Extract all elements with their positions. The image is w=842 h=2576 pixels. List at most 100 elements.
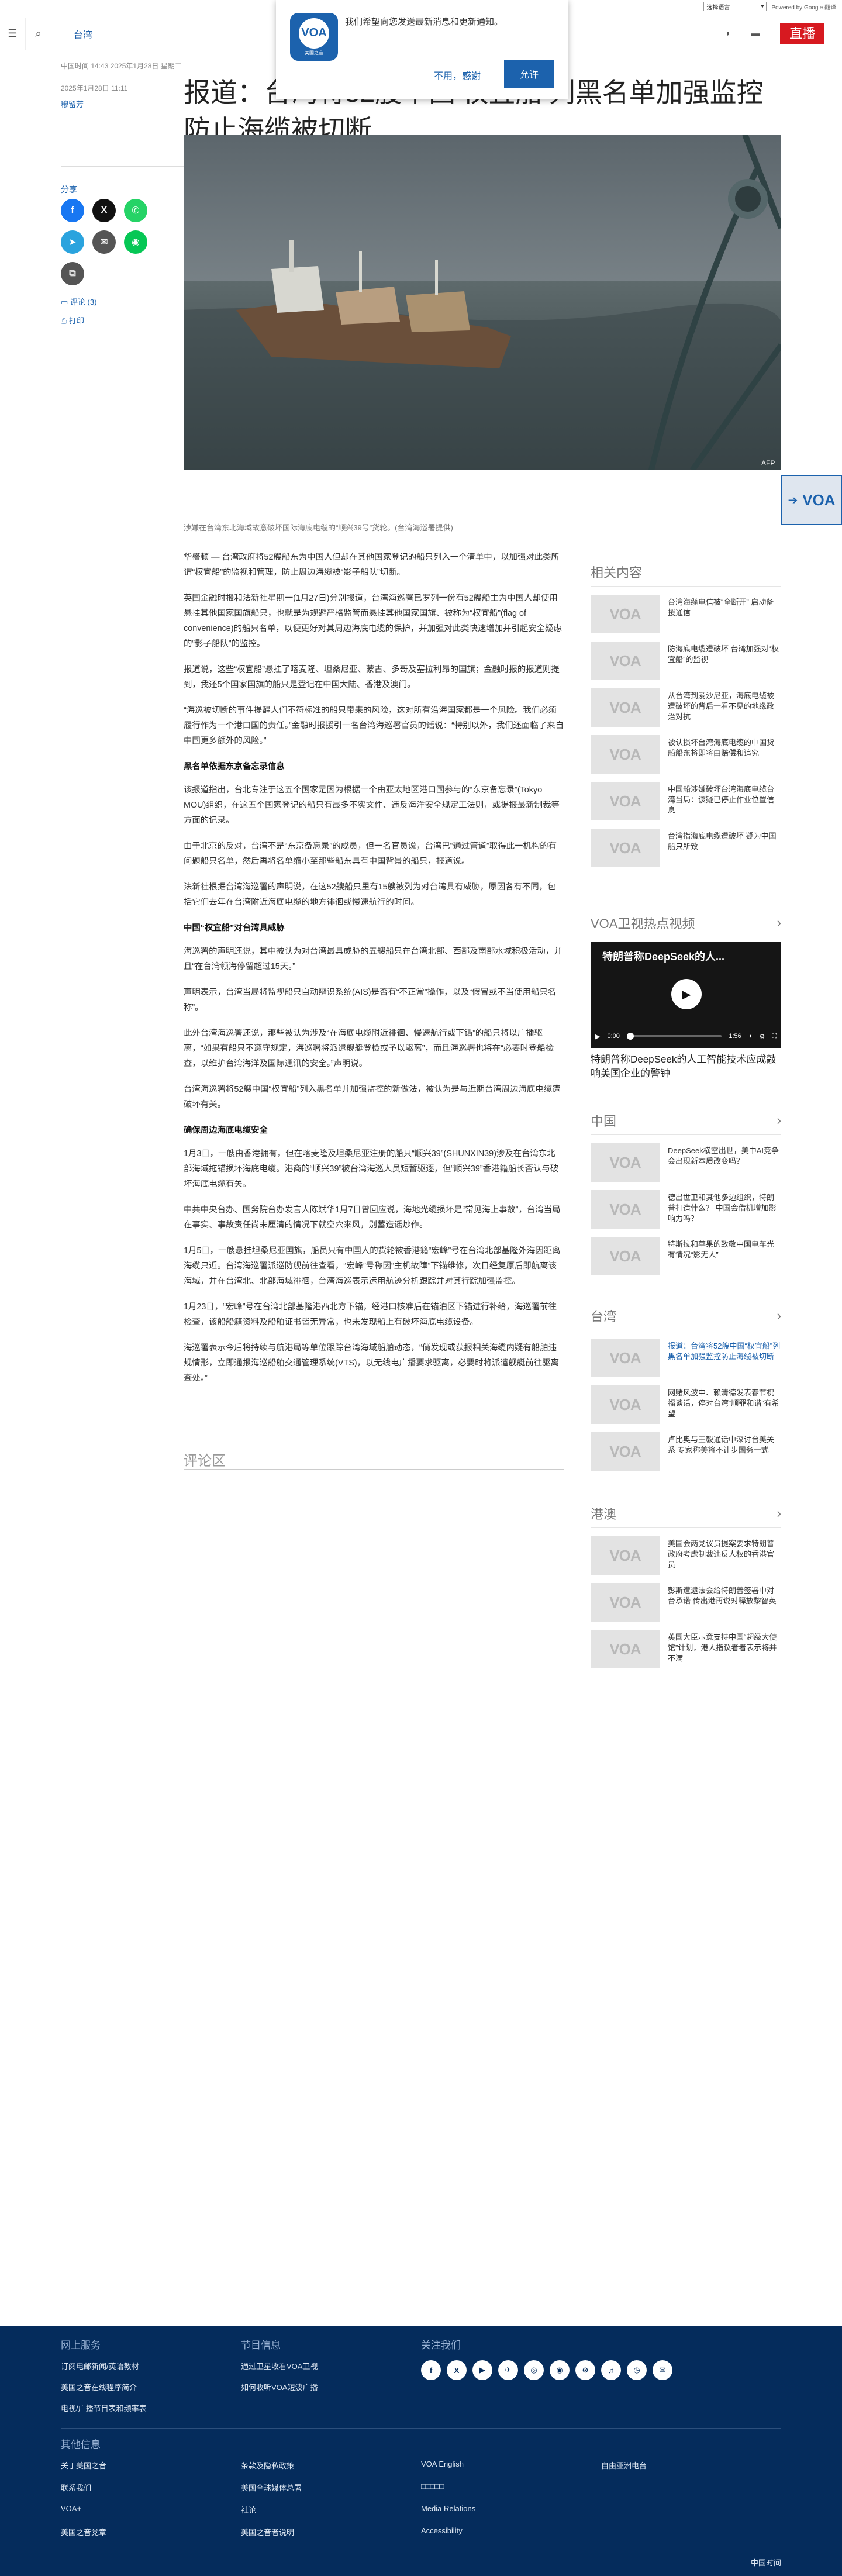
footer-link[interactable]: 自由亚洲电台 xyxy=(601,2460,647,2471)
footer-link[interactable]: 美国全球媒体总署 xyxy=(241,2482,302,2493)
settings-icon[interactable]: ⚙ xyxy=(759,1033,765,1040)
voa-thumbnail: VOA xyxy=(591,1339,660,1377)
whatsapp-icon[interactable]: ✆ xyxy=(124,199,147,222)
footer-link[interactable]: VOA+ xyxy=(61,2504,81,2513)
footer-link[interactable]: 订阅电邮新闻/英语教材 xyxy=(61,2360,139,2371)
footer-link[interactable]: VOA English xyxy=(421,2460,464,2468)
notification-prompt: VOA 美国之音 我们希望向您发送最新消息和更新通知。 不用，感谢 允许 xyxy=(276,0,568,99)
hk-item-title: 英国大臣示意支持中国“超级大使馆”计划，港人指议者者表示将并不满 xyxy=(668,1633,777,1663)
print-link[interactable]: ⎙ 打印 xyxy=(61,315,84,326)
footer-link[interactable]: 如何收听VOA短波广播 xyxy=(241,2381,318,2392)
x-twitter-icon[interactable]: X xyxy=(447,2360,467,2380)
volume-icon[interactable]: ◖ xyxy=(748,1033,753,1040)
podcast-icon[interactable]: ◉ xyxy=(550,2360,570,2380)
section-heading: 确保周边海底电缆安全 xyxy=(184,1126,268,1135)
related-item[interactable]: VOA 从台湾到爱沙尼亚，海底电缆被遭破坏的背后一看不见的地缘政治对抗 xyxy=(591,688,781,727)
email-icon[interactable]: ✉ xyxy=(653,2360,672,2380)
live-button[interactable]: 直播 xyxy=(779,23,824,44)
language-select[interactable]: 选择语言 ▾ xyxy=(703,2,767,11)
comments-link[interactable]: ▭ 评论 (3) xyxy=(61,296,96,307)
footer-link[interactable]: 电视/广播节目表和频率表 xyxy=(61,2402,147,2413)
china-item[interactable]: VOA DeepSeek横空出世，美中AI竞争会出现新本质改变吗？ xyxy=(591,1143,781,1182)
voa-thumbnail: VOA xyxy=(591,1143,660,1182)
related-item[interactable]: VOA 防海底电缆遭破坏 台湾加强对“权宜船”的监视 xyxy=(591,642,781,680)
video-title: 特朗普称DeepSeek的人... xyxy=(602,951,725,963)
telegram-icon[interactable]: ✈ xyxy=(498,2360,518,2380)
play-icon[interactable]: ▶ xyxy=(671,979,702,1009)
author-link[interactable]: 穆留芳 xyxy=(61,98,84,109)
clock-icon[interactable]: ◷ xyxy=(627,2360,647,2380)
audio-icon[interactable]: ◗ xyxy=(725,29,731,39)
footer-online-title: 网上服务 xyxy=(61,2340,101,2351)
audio-icon[interactable]: ♫ xyxy=(601,2360,621,2380)
video-caption[interactable]: 特朗普称DeepSeek的人工智能技术应成敲响美国企业的警钟 xyxy=(591,1053,781,1081)
related-item[interactable]: VOA 中国船涉嫌破坏台湾海底电缆台湾当局：该疑已停止作业位置信息 xyxy=(591,782,781,820)
china-title-label: 中国 xyxy=(591,1114,617,1129)
email-icon[interactable]: ✉ xyxy=(92,230,116,254)
rss-icon[interactable]: ⊙ xyxy=(575,2360,595,2380)
telegram-icon[interactable]: ➤ xyxy=(61,230,84,254)
footer-link[interactable]: 美国之音党章 xyxy=(61,2526,106,2537)
related-item[interactable]: VOA 台湾指海底电缆遭破坏 疑为中国船只所致 xyxy=(591,829,781,867)
copy-link-icon[interactable]: ⧉ xyxy=(61,262,84,285)
instagram-icon[interactable]: ◎ xyxy=(524,2360,544,2380)
share-label: 分享 xyxy=(61,185,77,194)
footer-link[interactable]: 社论 xyxy=(241,2504,256,2515)
x-twitter-icon[interactable]: X xyxy=(92,199,116,222)
taiwan-item[interactable]: VOA 卢比奥与王毅通话中深讨台美关系 专家称美将不让步国务一式 xyxy=(591,1432,781,1471)
menu-icon[interactable]: ☰ xyxy=(0,17,26,50)
footer-link[interactable]: 美国之音在线程序简介 xyxy=(61,2381,137,2392)
china-item[interactable]: VOA 德出世卫和其他多边组织，特朗普打造什么？ 中国会借机增加影响力吗？ xyxy=(591,1190,781,1229)
section-link-taiwan[interactable]: 台湾 xyxy=(74,27,92,41)
search-icon[interactable]: ⌕ xyxy=(26,17,51,50)
china-item[interactable]: VOA 特斯拉和苹果的致敬中国电车光有情况“影无人” xyxy=(591,1237,781,1275)
footer-link[interactable]: □□□□□ xyxy=(421,2482,444,2491)
facebook-icon[interactable]: f xyxy=(421,2360,441,2380)
video-section-title-label: VOA卫视热点视频 xyxy=(591,916,695,931)
taiwan-item[interactable]: VOA 报道：台湾将52艘中国“权宜船”列黑名单加强监控防止海缆被切断 xyxy=(591,1339,781,1377)
video-scrubber[interactable] xyxy=(626,1033,634,1040)
china-title[interactable]: 中国 › xyxy=(591,1111,781,1135)
hk-title[interactable]: 港澳 › xyxy=(591,1504,781,1528)
footer-link[interactable]: 条款及隐私政策 xyxy=(241,2460,294,2471)
video-section-title[interactable]: VOA卫视热点视频 › xyxy=(591,913,781,937)
play-small-icon[interactable]: ▶ xyxy=(595,1033,600,1040)
fullscreen-icon[interactable]: ⛶ xyxy=(772,1033,777,1040)
print-label: 打印 xyxy=(69,316,85,325)
voa-thumbnail: VOA xyxy=(591,1536,660,1575)
taiwan-title[interactable]: 台湾 › xyxy=(591,1306,781,1330)
section-heading: 中国“权宜船”对台湾具威胁 xyxy=(184,923,285,933)
footer-time: 中国时间 xyxy=(750,2558,781,2567)
footer-link[interactable]: Accessibility xyxy=(421,2526,463,2535)
footer-link[interactable]: 联系我们 xyxy=(61,2482,91,2493)
related-title[interactable]: 相关内容 xyxy=(591,563,781,587)
decline-button[interactable]: 不用，感谢 xyxy=(434,68,481,82)
related-item[interactable]: VOA 台湾海缆电信被“全断开” 启动备援通信 xyxy=(591,595,781,633)
video-progress[interactable] xyxy=(626,1033,722,1040)
youtube-icon[interactable]: ▶ xyxy=(472,2360,492,2380)
hk-item[interactable]: VOA 美国会两党议员提案要求特朗普政府考虑制裁违反人权的香港官员 xyxy=(591,1536,781,1575)
related-item[interactable]: VOA 被认损坏台湾海底电缆的中国货船船东将即将由赔偿和追究 xyxy=(591,735,781,774)
facebook-icon[interactable]: f xyxy=(61,199,84,222)
voa-floating-player[interactable]: ➔ VOA xyxy=(781,475,842,525)
related-title-label: 相关内容 xyxy=(591,565,643,580)
taiwan-item[interactable]: VOA 网赌风波中、赖清德发表春节祝福谈话，停对台湾“顺罪和谐”有希望 xyxy=(591,1385,781,1424)
hk-item[interactable]: VOA 英国大臣示意支持中国“超级大使馆”计划，港人指议者者表示将并不满 xyxy=(591,1630,781,1668)
video-camera-icon[interactable]: ▬ xyxy=(751,29,760,39)
voa-thumbnail: VOA xyxy=(591,1385,660,1424)
footer-link[interactable]: 通过卫星收看VOA卫视 xyxy=(241,2360,318,2371)
comment-icon: ▭ xyxy=(61,298,70,306)
allow-button[interactable]: 允许 xyxy=(504,60,554,88)
footer-link[interactable]: Media Relations xyxy=(421,2504,475,2513)
voa-thumbnail: VOA xyxy=(591,1630,660,1668)
arrow-right-icon: ➔ xyxy=(788,494,798,507)
hk-item[interactable]: VOA 彭斯遭逮法会给特朗普签署中对台承诺 传出港再说对释放黎智英 xyxy=(591,1583,781,1622)
footer-link[interactable]: 美国之音者说明 xyxy=(241,2526,294,2537)
video-player[interactable]: 特朗普称DeepSeek的人... ▶ ▶ 0:00 1:56 ◖ ⚙ ⛶ xyxy=(591,942,781,1048)
footer-link[interactable]: 关于美国之音 xyxy=(61,2460,106,2471)
chevron-right-icon: › xyxy=(777,1308,781,1323)
chevron-right-icon: › xyxy=(777,1506,781,1520)
line-icon[interactable]: ◉ xyxy=(124,230,147,254)
voa-thumbnail: VOA xyxy=(591,782,660,820)
voa-thumbnail: VOA xyxy=(591,642,660,680)
